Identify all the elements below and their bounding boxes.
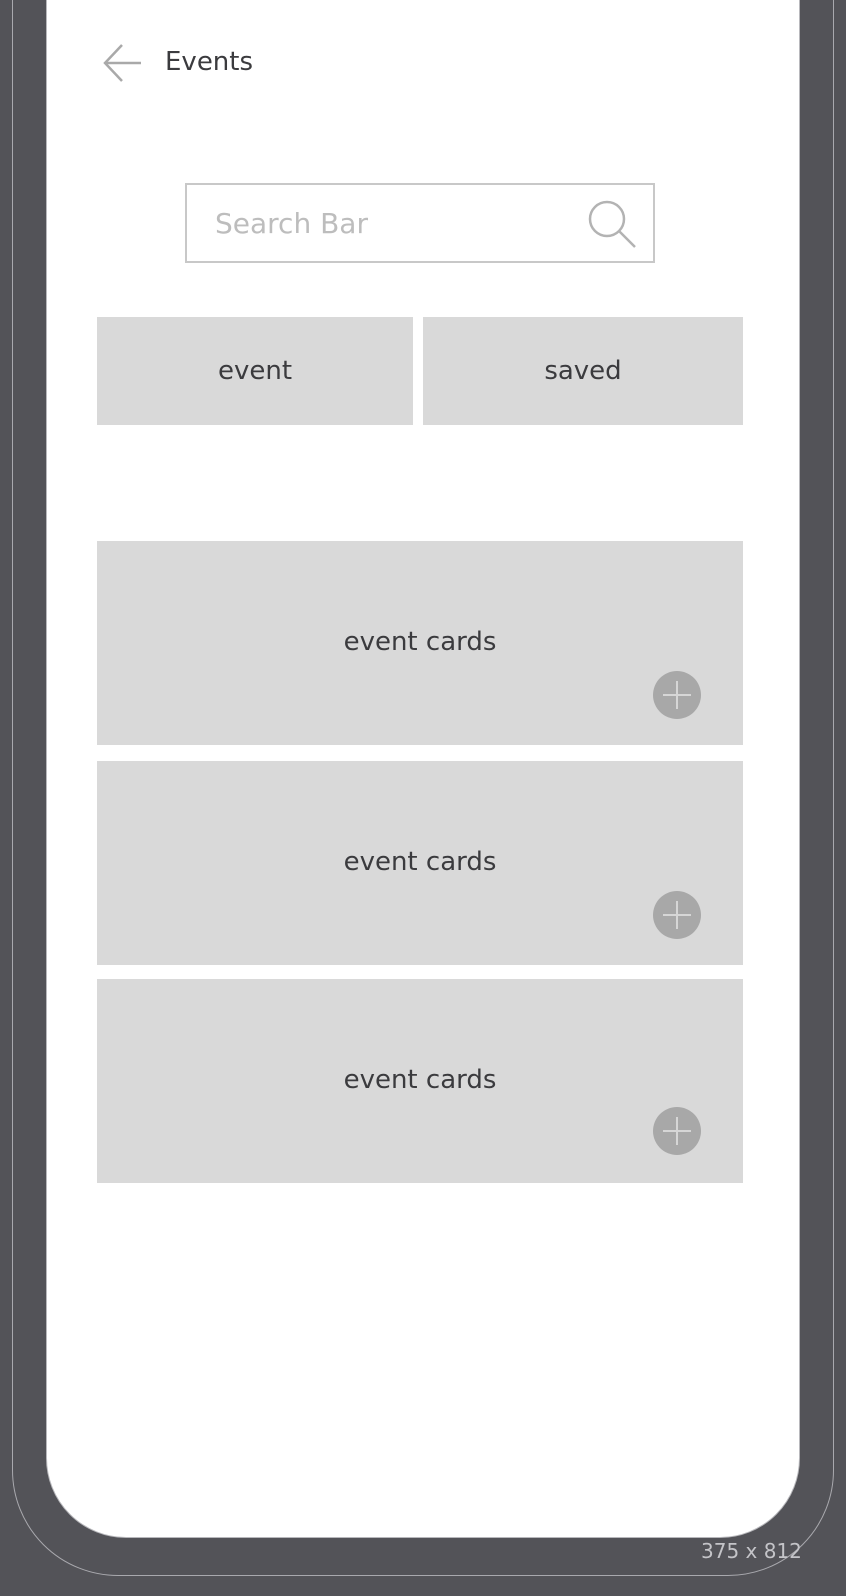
tab-saved[interactable]: saved [423, 317, 743, 425]
back-button[interactable] [101, 41, 145, 85]
event-card[interactable]: event cards [97, 979, 743, 1183]
page-title: Events [165, 47, 254, 77]
event-card[interactable]: event cards [97, 761, 743, 965]
event-card-label: event cards [343, 627, 497, 657]
arrow-left-icon [101, 44, 145, 89]
search-icon[interactable] [585, 197, 641, 253]
add-event-button[interactable] [653, 671, 701, 719]
search-input[interactable] [215, 203, 555, 243]
canvas-size-label: 375 x 812 [701, 1539, 802, 1563]
tab-event-label: event [217, 356, 293, 386]
phone-screen: Events event saved event cards event car… [46, 0, 800, 1538]
event-card-label: event cards [343, 847, 497, 877]
tab-saved-label: saved [544, 356, 622, 386]
add-event-button[interactable] [653, 1107, 701, 1155]
event-card[interactable]: event cards [97, 541, 743, 745]
event-card-label: event cards [343, 1065, 497, 1095]
add-event-button[interactable] [653, 891, 701, 939]
tab-event[interactable]: event [97, 317, 413, 425]
search-bar[interactable] [185, 183, 655, 263]
